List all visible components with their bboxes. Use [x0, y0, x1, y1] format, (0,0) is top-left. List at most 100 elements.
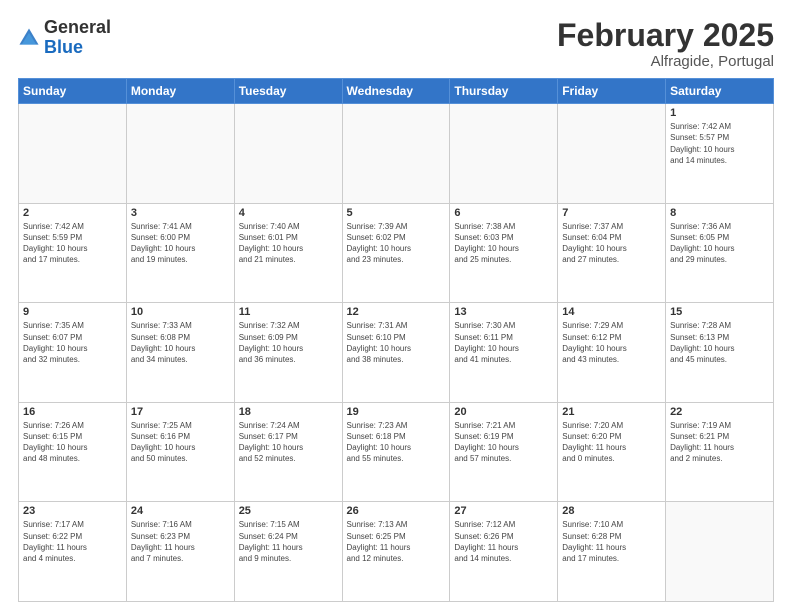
day-cell-1-2: 4Sunrise: 7:40 AM Sunset: 6:01 PM Daylig… [234, 203, 342, 303]
day-info: Sunrise: 7:10 AM Sunset: 6:28 PM Dayligh… [562, 519, 661, 564]
day-cell-0-0 [19, 104, 127, 204]
day-number: 26 [347, 505, 446, 517]
day-number: 10 [131, 306, 230, 318]
day-cell-4-3: 26Sunrise: 7:13 AM Sunset: 6:25 PM Dayli… [342, 502, 450, 602]
day-cell-4-0: 23 Sunrise: 7:17 AM Sunset: 6:22 PM Dayli… [19, 502, 127, 602]
day-cell-0-4 [450, 104, 558, 204]
day-cell-2-3: 12 Sunrise: 7:31 AM Sunset: 6:10 PM Dayli… [342, 303, 450, 403]
day-number: 27 [454, 505, 553, 517]
day-number: 6 [454, 207, 553, 219]
header: General Blue February 2025 Alfragide, Po… [18, 18, 774, 70]
weekday-header-tuesday: Tuesday [234, 79, 342, 104]
day-number: 21 [562, 406, 661, 418]
day-info: Sunrise: 7:15 AM Sunset: 6:24 PM Dayligh… [239, 519, 338, 564]
week-row-2: 9 Sunrise: 7:35 AM Sunset: 6:07 PM Daylig… [19, 303, 774, 403]
day-number: 3 [131, 207, 230, 219]
day-number: 12 [347, 306, 446, 318]
day-number: 7 [562, 207, 661, 219]
day-cell-3-2: 18 Sunrise: 7:24 AM Sunset: 6:17 PM Dayli… [234, 402, 342, 502]
day-info: Sunrise: 7:17 AM Sunset: 6:22 PM Dayligh… [23, 519, 122, 564]
day-number: 13 [454, 306, 553, 318]
day-number: 28 [562, 505, 661, 517]
day-info: Sunrise: 7:24 AM Sunset: 6:17 PM Dayligh… [239, 420, 338, 465]
day-cell-4-5: 28 Sunrise: 7:10 AM Sunset: 6:28 PM Dayli… [558, 502, 666, 602]
day-number: 14 [562, 306, 661, 318]
day-number: 8 [670, 207, 769, 219]
calendar-table: SundayMondayTuesdayWednesdayThursdayFrid… [18, 78, 774, 602]
day-info: Sunrise: 7:31 AM Sunset: 6:10 PM Dayligh… [347, 320, 446, 365]
day-info: Sunrise: 7:26 AM Sunset: 6:15 PM Dayligh… [23, 420, 122, 465]
day-cell-4-2: 25Sunrise: 7:15 AM Sunset: 6:24 PM Dayli… [234, 502, 342, 602]
day-info: Sunrise: 7:30 AM Sunset: 6:11 PM Dayligh… [454, 320, 553, 365]
day-info: Sunrise: 7:35 AM Sunset: 6:07 PM Dayligh… [23, 320, 122, 365]
day-number: 20 [454, 406, 553, 418]
day-info: Sunrise: 7:32 AM Sunset: 6:09 PM Dayligh… [239, 320, 338, 365]
weekday-header-row: SundayMondayTuesdayWednesdayThursdayFrid… [19, 79, 774, 104]
day-number: 17 [131, 406, 230, 418]
day-info: Sunrise: 7:25 AM Sunset: 6:16 PM Dayligh… [131, 420, 230, 465]
day-cell-0-6: 1 Sunrise: 7:42 AM Sunset: 5:57 PM Daylig… [666, 104, 774, 204]
day-info: Sunrise: 7:39 AM Sunset: 6:02 PM Dayligh… [347, 221, 446, 266]
day-number: 22 [670, 406, 769, 418]
day-cell-3-3: 19 Sunrise: 7:23 AM Sunset: 6:18 PM Dayli… [342, 402, 450, 502]
day-cell-0-2 [234, 104, 342, 204]
day-cell-1-3: 5Sunrise: 7:39 AM Sunset: 6:02 PM Daylig… [342, 203, 450, 303]
week-row-1: 2 Sunrise: 7:42 AM Sunset: 5:59 PM Daylig… [19, 203, 774, 303]
day-number: 16 [23, 406, 122, 418]
day-number: 23 [23, 505, 122, 517]
day-info: Sunrise: 7:29 AM Sunset: 6:12 PM Dayligh… [562, 320, 661, 365]
day-cell-4-4: 27 Sunrise: 7:12 AM Sunset: 6:26 PM Dayli… [450, 502, 558, 602]
day-info: Sunrise: 7:42 AM Sunset: 5:57 PM Dayligh… [670, 121, 769, 166]
day-cell-2-1: 10 Sunrise: 7:33 AM Sunset: 6:08 PM Dayli… [126, 303, 234, 403]
logo-general-text: General [44, 17, 111, 37]
week-row-3: 16 Sunrise: 7:26 AM Sunset: 6:15 PM Dayli… [19, 402, 774, 502]
day-cell-0-1 [126, 104, 234, 204]
day-cell-2-4: 13 Sunrise: 7:30 AM Sunset: 6:11 PM Dayli… [450, 303, 558, 403]
day-number: 18 [239, 406, 338, 418]
day-number: 1 [670, 107, 769, 119]
weekday-header-sunday: Sunday [19, 79, 127, 104]
day-cell-0-3 [342, 104, 450, 204]
day-cell-2-5: 14 Sunrise: 7:29 AM Sunset: 6:12 PM Dayli… [558, 303, 666, 403]
day-cell-1-0: 2 Sunrise: 7:42 AM Sunset: 5:59 PM Daylig… [19, 203, 127, 303]
week-row-4: 23 Sunrise: 7:17 AM Sunset: 6:22 PM Dayli… [19, 502, 774, 602]
day-cell-4-1: 24Sunrise: 7:16 AM Sunset: 6:23 PM Dayli… [126, 502, 234, 602]
day-cell-2-0: 9 Sunrise: 7:35 AM Sunset: 6:07 PM Daylig… [19, 303, 127, 403]
weekday-header-saturday: Saturday [666, 79, 774, 104]
logo-text: General Blue [44, 18, 111, 58]
day-cell-1-1: 3 Sunrise: 7:41 AM Sunset: 6:00 PM Daylig… [126, 203, 234, 303]
logo-blue-text: Blue [44, 37, 83, 57]
day-info: Sunrise: 7:33 AM Sunset: 6:08 PM Dayligh… [131, 320, 230, 365]
weekday-header-wednesday: Wednesday [342, 79, 450, 104]
day-cell-1-4: 6Sunrise: 7:38 AM Sunset: 6:03 PM Daylig… [450, 203, 558, 303]
logo-icon [18, 27, 40, 49]
title-block: February 2025 Alfragide, Portugal [557, 18, 774, 70]
logo: General Blue [18, 18, 111, 58]
weekday-header-thursday: Thursday [450, 79, 558, 104]
day-info: Sunrise: 7:42 AM Sunset: 5:59 PM Dayligh… [23, 221, 122, 266]
day-cell-3-0: 16 Sunrise: 7:26 AM Sunset: 6:15 PM Dayli… [19, 402, 127, 502]
day-cell-1-6: 8 Sunrise: 7:36 AM Sunset: 6:05 PM Daylig… [666, 203, 774, 303]
day-info: Sunrise: 7:12 AM Sunset: 6:26 PM Dayligh… [454, 519, 553, 564]
day-number: 11 [239, 306, 338, 318]
calendar-subtitle: Alfragide, Portugal [557, 53, 774, 70]
day-info: Sunrise: 7:41 AM Sunset: 6:00 PM Dayligh… [131, 221, 230, 266]
day-info: Sunrise: 7:37 AM Sunset: 6:04 PM Dayligh… [562, 221, 661, 266]
day-cell-4-6 [666, 502, 774, 602]
day-info: Sunrise: 7:19 AM Sunset: 6:21 PM Dayligh… [670, 420, 769, 465]
day-number: 2 [23, 207, 122, 219]
day-number: 9 [23, 306, 122, 318]
page: General Blue February 2025 Alfragide, Po… [0, 0, 792, 612]
day-info: Sunrise: 7:16 AM Sunset: 6:23 PM Dayligh… [131, 519, 230, 564]
day-info: Sunrise: 7:21 AM Sunset: 6:19 PM Dayligh… [454, 420, 553, 465]
day-number: 19 [347, 406, 446, 418]
day-info: Sunrise: 7:36 AM Sunset: 6:05 PM Dayligh… [670, 221, 769, 266]
day-cell-0-5 [558, 104, 666, 204]
day-info: Sunrise: 7:23 AM Sunset: 6:18 PM Dayligh… [347, 420, 446, 465]
day-cell-3-5: 21Sunrise: 7:20 AM Sunset: 6:20 PM Dayli… [558, 402, 666, 502]
day-number: 4 [239, 207, 338, 219]
week-row-0: 1 Sunrise: 7:42 AM Sunset: 5:57 PM Daylig… [19, 104, 774, 204]
day-cell-2-6: 15Sunrise: 7:28 AM Sunset: 6:13 PM Dayli… [666, 303, 774, 403]
calendar-body: 1 Sunrise: 7:42 AM Sunset: 5:57 PM Daylig… [19, 104, 774, 602]
weekday-header-monday: Monday [126, 79, 234, 104]
